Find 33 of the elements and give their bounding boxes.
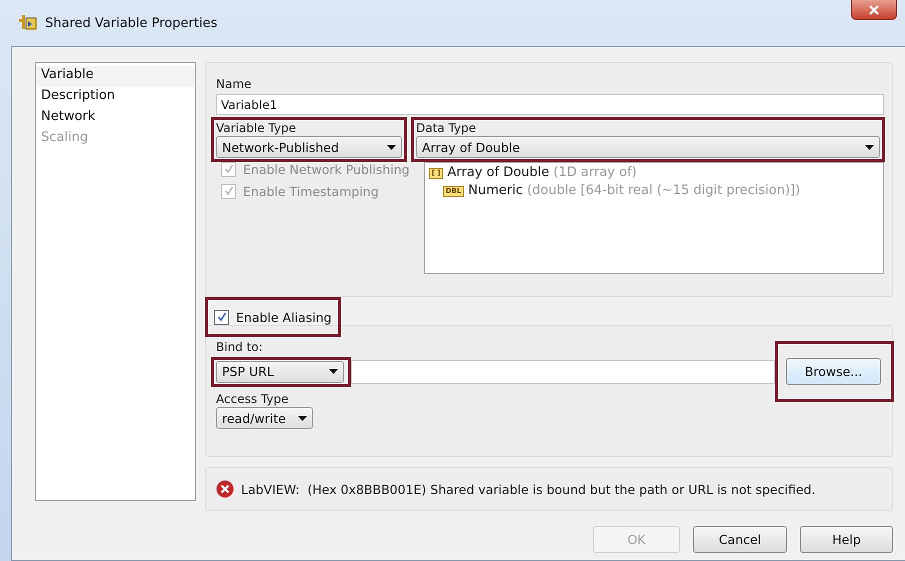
checkbox-label: Enable Timestamping	[243, 184, 379, 198]
access-type-dropdown[interactable]: read/write	[216, 407, 313, 429]
variable-type-dropdown[interactable]: Network-Published	[216, 136, 402, 158]
dialog-button[interactable]: Help	[800, 526, 893, 553]
browse-button[interactable]: Browse...	[786, 358, 881, 385]
category-item[interactable]: Description	[36, 87, 195, 108]
close-button[interactable]	[851, 0, 897, 20]
field-label: Name	[216, 77, 252, 92]
checkbox-label: Enable Network Publishing	[243, 162, 410, 176]
caret-icon	[329, 369, 338, 374]
window-title: Shared Variable Properties	[45, 16, 218, 30]
category-item[interactable]: Variable	[36, 66, 195, 87]
tree-item: Numeric (double [64-bit real (~15 digit precision)])	[468, 182, 800, 200]
dialog-button[interactable]: Cancel	[693, 526, 787, 553]
checkbox[interactable]	[214, 310, 229, 324]
data-type-dropdown[interactable]: Array of Double	[416, 136, 880, 158]
url-field[interactable]	[351, 360, 775, 384]
close-icon	[869, 4, 879, 14]
field-label: Access Type	[216, 392, 290, 407]
name-field[interactable]: Variable1	[216, 94, 884, 115]
error-icon	[216, 480, 234, 498]
category-item[interactable]: Network	[36, 108, 195, 129]
error-message: LabVIEW: (Hex 0x8BBB001E) Shared variable is bound but the path or URL is not specified.	[241, 482, 816, 496]
field-label: Variable Type	[216, 121, 296, 136]
caret-icon	[387, 144, 396, 150]
bind-to-dropdown[interactable]: PSP URL	[216, 360, 344, 382]
caret-icon	[865, 144, 874, 150]
tree-item: Array of Double (1D array of)	[447, 164, 637, 182]
caret-icon	[298, 416, 307, 420]
variable-icon	[19, 15, 37, 31]
field-label: Bind to:	[216, 340, 264, 355]
field-label: Data Type	[416, 121, 476, 136]
checkbox-label: Enable Aliasing	[236, 310, 332, 324]
